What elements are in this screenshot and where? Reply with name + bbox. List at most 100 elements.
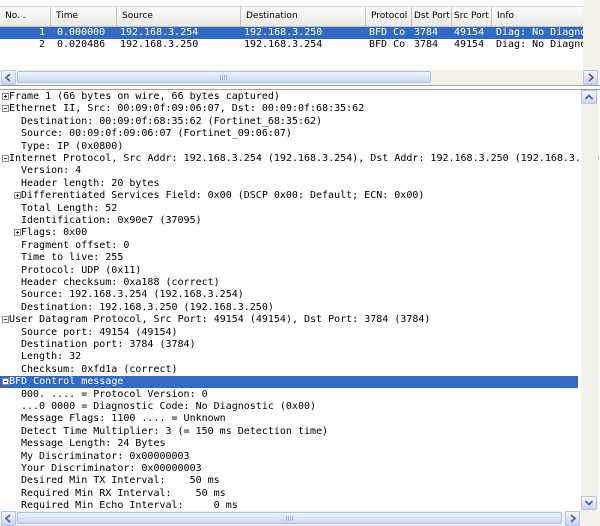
detail-text: 000. .... = Protocol Version: 0 [21, 388, 208, 400]
detail-line[interactable]: Differentiated Services Field: 0x00 (DSC… [0, 190, 578, 202]
right-arrow-icon[interactable] [583, 70, 598, 85]
detail-line[interactable]: Message Flags: 1100 .... = Unknown [0, 413, 578, 425]
packet-list-header: No. . Time Source Destination Protocol D… [0, 6, 583, 27]
packet-row[interactable]: 2 0.020486 192.168.3.250 192.168.3.254 BFD C… [0, 39, 583, 51]
column-header-time[interactable]: Time [51, 7, 117, 26]
scroll-thumb[interactable] [17, 71, 431, 83]
cell-source: 192.168.3.254 [120, 27, 199, 38]
detail-text: Protocol: UDP (0x11) [21, 264, 142, 276]
detail-line[interactable]: Required Min RX Interval: 50 ms [0, 488, 578, 500]
column-header-info[interactable]: Info [492, 7, 583, 26]
detail-line[interactable]: User Datagram Protocol, Src Port: 49154 … [0, 314, 578, 326]
column-header-src-port[interactable]: Src Port [452, 7, 492, 26]
minus-box-icon[interactable] [2, 155, 9, 162]
scroll-thumb[interactable] [17, 512, 562, 524]
right-arrow-icon[interactable] [565, 511, 580, 526]
detail-text: Fragment offset: 0 [21, 239, 130, 251]
detail-line[interactable]: 000. .... = Protocol Version: 0 [0, 389, 578, 401]
cell-protocol: BFD Co [369, 27, 406, 38]
detail-text: ...0 0000 = Diagnostic Code: No Diagnost… [21, 401, 317, 412]
plus-box-icon[interactable] [2, 93, 9, 100]
detail-text: Source port: 49154 (49154) [21, 326, 178, 338]
detail-text: Your Discriminator: 0x00000003 [21, 463, 202, 474]
detail-text: Source: 00:09:0f:09:06:07 (Fortinet_09:0… [21, 128, 292, 140]
detail-line[interactable]: Frame 1 (66 bytes on wire, 66 bytes capt… [0, 91, 578, 103]
packet-list-hscroll[interactable] [0, 70, 600, 85]
detail-text: Length: 32 [21, 351, 82, 363]
minus-box-icon[interactable] [2, 105, 9, 113]
cell-info: Diag: No Diagnostic [496, 39, 583, 50]
detail-line[interactable]: Source: 192.168.3.254 (192.168.3.254) [0, 289, 578, 301]
plus-box-icon[interactable] [14, 192, 21, 200]
detail-line[interactable]: Source: 00:09:0f:09:06:07 (Fortinet_09:0… [0, 128, 578, 140]
detail-line[interactable]: Identification: 0x90e7 (37095) [0, 215, 578, 227]
detail-text: BFD Control message [9, 376, 124, 388]
minus-box-icon[interactable] [2, 316, 9, 324]
details-vscroll[interactable] [581, 90, 598, 511]
detail-line[interactable]: BFD Control message [0, 376, 578, 389]
detail-line[interactable]: Detect Time Multiplier: 3 (= 150 ms Dete… [0, 426, 578, 438]
detail-line[interactable]: Header checksum: 0xa188 (correct) [0, 277, 578, 289]
detail-text: Destination: 192.168.3.250 (192.168.3.25… [21, 301, 274, 313]
detail-text: Differentiated Services Field: 0x00 (DSC… [21, 190, 425, 202]
detail-line[interactable]: Version: 4 [0, 165, 578, 177]
detail-line[interactable]: Destination: 00:09:0f:68:35:62 (Fortinet… [0, 116, 578, 128]
cell-source: 192.168.3.250 [120, 39, 199, 50]
detail-text: Checksum: 0xfd1a (correct) [21, 363, 178, 375]
cell-dst-port: 3784 [414, 39, 439, 50]
detail-text: My Discriminator: 0x00000003 [21, 450, 190, 462]
column-header-dst-port[interactable]: Dst Port [412, 7, 452, 26]
column-header-protocol[interactable]: Protocol [366, 7, 412, 26]
detail-line[interactable]: Your Discriminator: 0x00000003 [0, 463, 578, 475]
detail-line[interactable]: Destination: 192.168.3.250 (192.168.3.25… [0, 302, 578, 314]
detail-line[interactable]: Source port: 49154 (49154) [0, 327, 578, 339]
detail-text: Message Length: 24 Bytes [21, 438, 166, 450]
detail-text: Internet Protocol, Src Addr: 192.168.3.2… [9, 153, 600, 164]
detail-line[interactable]: Desired Min TX Interval: 50 ms [0, 475, 578, 487]
left-arrow-icon[interactable] [1, 70, 16, 85]
down-arrow-icon[interactable] [581, 496, 597, 510]
left-arrow-icon[interactable] [1, 511, 16, 526]
packet-list-vscroll-track[interactable] [583, 0, 600, 70]
cell-protocol: BFD Co [369, 39, 406, 50]
plus-box-icon[interactable] [14, 229, 21, 237]
column-header-destination[interactable]: Destination [241, 7, 366, 26]
detail-line[interactable]: Time to live: 255 [0, 252, 578, 264]
detail-line[interactable]: ...0 0000 = Diagnostic Code: No Diagnost… [0, 401, 578, 413]
column-label: Source [122, 11, 153, 21]
details-tree: Frame 1 (66 bytes on wire, 66 bytes capt… [0, 90, 600, 511]
packet-row[interactable]: 1 0.000000 192.168.3.254 192.168.3.250 BFD C… [0, 27, 583, 39]
detail-line[interactable]: Protocol: UDP (0x11) [0, 265, 578, 277]
details-hscroll[interactable] [0, 511, 600, 526]
packet-list-pane: No. . Time Source Destination Protocol D… [0, 0, 600, 86]
detail-line[interactable]: My Discriminator: 0x00000003 [0, 451, 578, 463]
detail-line[interactable]: Length: 32 [0, 351, 578, 363]
cell-info: Diag: No Diagnostic [496, 27, 583, 38]
detail-line[interactable]: Type: IP (0x0800) [0, 141, 578, 153]
cell-src-port: 49154 [454, 39, 485, 50]
detail-line[interactable]: Internet Protocol, Src Addr: 192.168.3.2… [0, 153, 600, 165]
column-label: No. . [5, 11, 26, 21]
column-header-source[interactable]: Source [117, 7, 241, 26]
detail-line[interactable]: Total Length: 52 [0, 203, 578, 215]
column-header-no[interactable]: No. . [0, 7, 51, 26]
detail-text: Detect Time Multiplier: 3 (= 150 ms Dete… [21, 425, 329, 437]
detail-line[interactable]: Destination port: 3784 (3784) [0, 339, 578, 351]
detail-text: User Datagram Protocol, Src Port: 49154 … [9, 314, 431, 326]
detail-text: Source: 192.168.3.254 (192.168.3.254) [21, 289, 244, 301]
detail-line[interactable]: Header length: 20 bytes [0, 178, 578, 190]
up-arrow-icon[interactable] [581, 90, 597, 104]
detail-line[interactable]: Message Length: 24 Bytes [0, 438, 578, 450]
detail-text: Ethernet II, Src: 00:09:0f:09:06:07, Dst… [9, 103, 365, 115]
column-label: Dst Port [414, 11, 450, 21]
detail-line[interactable]: Ethernet II, Src: 00:09:0f:09:06:07, Dst… [0, 103, 578, 115]
cell-destination: 192.168.3.250 [244, 27, 323, 38]
detail-line[interactable]: Checksum: 0xfd1a (correct) [0, 364, 578, 376]
cell-no: 1 [38, 27, 45, 38]
detail-line[interactable]: Fragment offset: 0 [0, 240, 578, 252]
detail-text: Destination port: 3784 (3784) [21, 339, 196, 350]
minus-box-icon[interactable] [2, 378, 9, 386]
detail-line[interactable]: Flags: 0x00 [0, 227, 578, 239]
cell-time: 0.020486 [57, 39, 106, 50]
column-label: Protocol [371, 11, 408, 21]
